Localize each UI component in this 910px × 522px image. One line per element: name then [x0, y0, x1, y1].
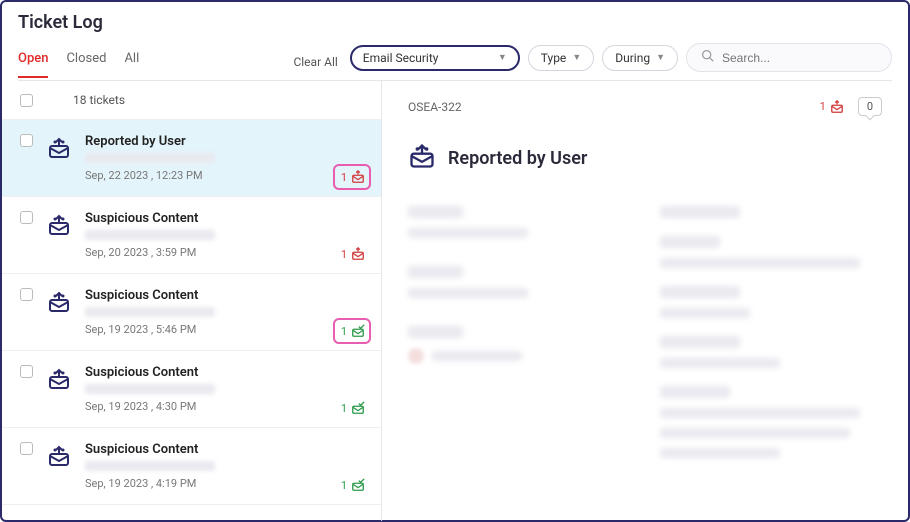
row-checkbox[interactable] — [20, 288, 33, 301]
row-title: Suspicious Content — [85, 211, 363, 226]
redacted-value — [660, 308, 750, 318]
row-badge: 1 — [341, 401, 365, 415]
ticket-row[interactable]: Suspicious Content Sep, 19 2023 , 4:30 P… — [2, 351, 381, 428]
filter-category-label: Email Security — [363, 51, 439, 65]
mail-check-icon — [351, 478, 365, 492]
highlight-marker — [333, 318, 371, 344]
list-header: 18 tickets — [2, 81, 381, 120]
row-redacted — [85, 307, 215, 317]
chevron-down-icon: ▼ — [498, 52, 507, 63]
row-title: Suspicious Content — [85, 442, 363, 457]
redacted-value — [660, 428, 850, 438]
detail-pane: OSEA-322 1 0 Reported by User — [382, 81, 908, 521]
row-redacted — [85, 153, 215, 163]
row-date: Sep, 20 2023 , 3:59 PM — [85, 246, 363, 259]
row-checkbox[interactable] — [20, 442, 33, 455]
chevron-down-icon: ▼ — [572, 52, 581, 63]
row-date: Sep, 19 2023 , 4:19 PM — [85, 477, 363, 490]
redacted-label — [408, 266, 463, 278]
ticket-count: 18 tickets — [73, 93, 125, 107]
row-redacted — [85, 230, 215, 240]
mail-check-icon — [351, 401, 365, 415]
redacted-label — [660, 206, 740, 218]
filter-during-label: During — [615, 51, 650, 65]
filter-type-label: Type — [541, 51, 567, 65]
clear-all-button[interactable]: Clear All — [293, 55, 337, 69]
phishing-icon — [47, 367, 71, 395]
redacted-icon — [408, 348, 424, 364]
select-all-checkbox[interactable] — [20, 94, 33, 107]
phishing-icon — [47, 444, 71, 472]
row-date: Sep, 22 2023 , 12:23 PM — [85, 169, 363, 182]
filter-during[interactable]: During ▼ — [602, 45, 678, 71]
badge-count: 1 — [341, 479, 347, 492]
detail-title: Reported by User — [448, 148, 587, 169]
row-title: Reported by User — [85, 134, 363, 149]
redacted-value — [660, 358, 780, 368]
row-badge: 1 — [341, 247, 365, 261]
row-title: Suspicious Content — [85, 288, 363, 303]
row-badge: 1 — [341, 478, 365, 492]
page-title: Ticket Log — [18, 12, 892, 33]
redacted-value — [432, 351, 522, 361]
mail-out-icon — [830, 100, 844, 114]
phishing-icon — [408, 142, 436, 174]
filter-category[interactable]: Email Security ▼ — [350, 45, 520, 71]
highlight-marker — [333, 164, 371, 190]
redacted-label — [660, 336, 740, 348]
phishing-icon — [47, 290, 71, 318]
redacted-label — [408, 206, 463, 218]
detail-badge-count: 1 — [820, 100, 826, 113]
redacted-label — [660, 286, 740, 298]
row-redacted — [85, 384, 215, 394]
row-checkbox[interactable] — [20, 134, 33, 147]
search-icon — [701, 49, 714, 66]
row-checkbox[interactable] — [20, 365, 33, 378]
redacted-label — [408, 326, 463, 338]
search-input[interactable] — [722, 51, 877, 65]
search-box[interactable] — [686, 43, 892, 72]
ticket-row[interactable]: Suspicious Content Sep, 19 2023 , 4:19 P… — [2, 428, 381, 505]
ticket-row[interactable]: Suspicious Content Sep, 19 2023 , 5:46 P… — [2, 274, 381, 351]
ticket-row[interactable]: Reported by User Sep, 22 2023 , 12:23 PM… — [2, 120, 381, 197]
row-date: Sep, 19 2023 , 5:46 PM — [85, 323, 363, 336]
comment-count[interactable]: 0 — [858, 97, 882, 116]
tabs: Open Closed All — [18, 45, 139, 78]
tab-open[interactable]: Open — [18, 45, 48, 78]
row-date: Sep, 19 2023 , 4:30 PM — [85, 400, 363, 413]
detail-badge: 1 — [820, 100, 844, 114]
chevron-down-icon: ▼ — [656, 52, 665, 63]
mail-out-icon — [351, 247, 365, 261]
row-redacted — [85, 461, 215, 471]
redacted-value — [660, 258, 860, 268]
redacted-value — [408, 228, 528, 238]
ticket-row[interactable]: Suspicious Content Sep, 20 2023 , 3:59 P… — [2, 197, 381, 274]
redacted-label — [660, 236, 720, 248]
redacted-value — [408, 288, 528, 298]
toolbar: Open Closed All Clear All Email Security… — [18, 43, 892, 81]
tab-closed[interactable]: Closed — [66, 45, 106, 78]
ticket-id: OSEA-322 — [408, 100, 820, 114]
detail-body — [408, 206, 882, 468]
phishing-icon — [47, 213, 71, 241]
redacted-label — [660, 386, 730, 398]
badge-count: 1 — [341, 248, 347, 261]
redacted-value — [660, 448, 780, 458]
badge-count: 1 — [341, 402, 347, 415]
row-title: Suspicious Content — [85, 365, 363, 380]
redacted-value — [660, 408, 860, 418]
filter-type[interactable]: Type ▼ — [528, 45, 594, 71]
phishing-icon — [47, 136, 71, 164]
tab-all[interactable]: All — [124, 45, 139, 78]
ticket-list: 18 tickets Reported by User Sep, 22 2023… — [2, 81, 382, 521]
row-checkbox[interactable] — [20, 211, 33, 224]
